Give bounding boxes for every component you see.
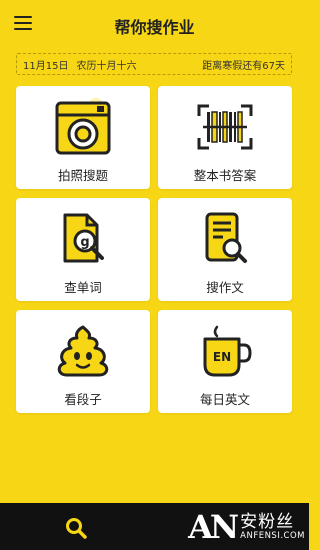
essay-search-card[interactable]: 搜作文 <box>158 198 292 301</box>
daily-english-label: 每日英文 <box>199 392 250 407</box>
watermark-en: ANFENSI.COM <box>240 530 305 541</box>
english-mug-icon: EN <box>203 325 252 377</box>
word-lookup-label: 查单词 <box>64 280 102 295</box>
poop-emoji-icon <box>57 325 109 377</box>
word-lookup-card[interactable]: g 查单词 <box>16 198 150 301</box>
watermark: AN 安粉丝 ANFENSI.COM <box>188 506 305 548</box>
page-title: 帮你搜作业 <box>114 18 195 37</box>
svg-text:EN: EN <box>213 350 231 364</box>
feature-grid: 拍照搜题 整本书答案 g 查单词 搜作文 看段子 EN 每日英文 <box>16 86 292 413</box>
jokes-label: 看段子 <box>64 392 102 407</box>
bottom-bar: AN 安粉丝 ANFENSI.COM <box>0 503 309 550</box>
barcode-icon <box>197 104 253 150</box>
daily-english-card[interactable]: EN 每日英文 <box>158 310 292 413</box>
jokes-card[interactable]: 看段子 <box>16 310 150 413</box>
app-header: 帮你搜作业 <box>0 0 309 48</box>
search-icon[interactable] <box>64 516 88 540</box>
watermark-cn: 安粉丝 <box>240 511 295 532</box>
essay-search-label: 搜作文 <box>206 280 244 295</box>
photo-search-card[interactable]: 拍照搜题 <box>16 86 150 189</box>
photo-search-label: 拍照搜题 <box>57 168 108 183</box>
vacation-countdown: 距离寒假还有67天 <box>202 60 285 72</box>
word-search-icon: g <box>63 213 104 263</box>
whole-book-answers-card[interactable]: 整本书答案 <box>158 86 292 189</box>
watermark-logo: AN <box>188 508 239 546</box>
document-search-icon <box>205 212 247 263</box>
date-info-bar: 11月15日 农历十月十六 距离寒假还有67天 <box>16 53 292 75</box>
lunar-date: 农历十月十六 <box>76 60 137 72</box>
svg-text:g: g <box>80 235 89 250</box>
camera-icon <box>55 98 111 155</box>
current-date: 11月15日 <box>23 60 69 72</box>
whole-book-answers-label: 整本书答案 <box>193 168 257 183</box>
